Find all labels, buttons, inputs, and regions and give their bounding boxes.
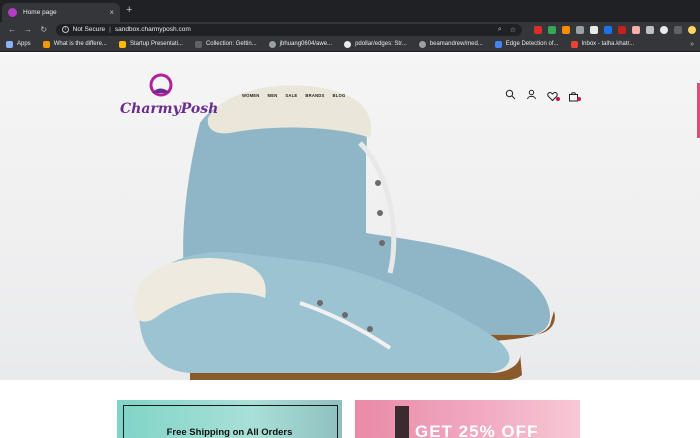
profile-avatar[interactable] [688,25,696,34]
url-text: sandbox.charmyposh.com [114,26,191,33]
bookmark-favicon-icon [194,40,202,48]
github-icon [268,40,276,48]
nav-item-men[interactable]: MEN [268,93,278,98]
bookmark-favicon-icon [494,40,502,48]
extensions-area [534,25,696,34]
forward-icon[interactable]: → [20,25,36,34]
github-icon [418,40,426,48]
info-icon[interactable]: i [61,26,69,33]
browser-tab-bar: Home page × + [0,0,700,22]
extension-icon[interactable] [632,25,640,34]
nav-item-brands[interactable]: BRANDS [305,93,324,98]
zoom-search-icon[interactable]: ⌕ [498,26,502,34]
bookmark-label: What is the differe... [53,41,107,47]
bookmark-label: Edge Detection of... [505,41,559,47]
promo-banner-discount[interactable]: GET 25% OFF [355,400,580,438]
github-icon [344,40,352,48]
new-tab-button[interactable]: + [126,5,132,16]
bookmark-label: Apps [17,41,31,47]
bookmark-item[interactable]: What is the differe... [42,40,107,48]
promo-shipping-text: Free Shipping on All Orders [166,427,293,438]
bookmark-label: Collection: Gettin... [205,41,257,47]
browser-tab[interactable]: Home page × [2,3,120,22]
bookmark-label: beamandrew/med... [429,41,483,47]
bookmark-label: pdollar/edges: Str... [355,41,407,47]
extension-icon[interactable] [618,25,626,34]
site-favicon-icon [8,8,17,17]
close-tab-icon[interactable]: × [109,8,114,17]
bookmark-item[interactable]: Collection: Gettin... [194,40,257,48]
nav-item-blog[interactable]: BLOG [333,93,346,98]
bookmarks-bar: Apps What is the differe... Startup Pres… [0,37,700,52]
tab-title: Home page [23,9,57,16]
bookmark-item[interactable]: beamandrew/med... [418,40,483,48]
account-icon[interactable] [526,89,537,100]
extension-icon[interactable] [660,25,668,34]
bookmark-favicon-icon [118,40,126,48]
promo-product-image [395,406,409,438]
extension-icon[interactable] [562,25,570,34]
page-content: CharmyPosh WOMEN MEN SALE BRANDS BLOG Fr… [0,53,700,438]
search-icon[interactable] [505,89,516,100]
bookmark-star-icon[interactable]: ☆ [510,26,516,34]
bookmark-label: Inbox - talha.khatr... [581,41,635,47]
cart-icon[interactable] [568,89,581,102]
promo-discount-text: GET 25% OFF [415,422,539,438]
site-logo[interactable]: CharmyPosh [120,73,218,123]
gmail-icon [570,40,578,48]
bookmark-favicon-icon [42,40,50,48]
reload-icon[interactable]: ↻ [36,25,52,34]
bookmark-item[interactable]: jbhuang0604/awe... [268,40,333,48]
logo-shoe-icon [149,73,173,97]
security-label: Not Secure [72,26,106,33]
bookmark-label: Startup Presentati... [129,41,183,47]
header-icons [505,89,581,102]
apps-grid-icon [6,40,13,48]
bookmark-item[interactable]: Startup Presentati... [118,40,183,48]
back-icon[interactable]: ← [4,25,20,34]
url-input[interactable]: i Not Secure | sandbox.charmyposh.com ⌕ … [55,23,522,36]
extension-icon[interactable] [604,25,612,34]
bookmark-item[interactable]: Edge Detection of... [494,40,559,48]
extension-icon[interactable] [646,25,654,34]
nav-item-sale[interactable]: SALE [285,93,297,98]
extension-icon[interactable] [674,25,682,34]
logo-text: CharmyPosh [120,101,219,117]
wishlist-icon[interactable] [547,89,560,102]
wishlist-badge [556,97,560,101]
nav-item-women[interactable]: WOMEN [242,93,260,98]
extension-icon[interactable] [590,25,598,34]
promo-banner-shipping[interactable]: Free Shipping on All Orders [117,400,342,438]
address-bar-row: ← → ↻ i Not Secure | sandbox.charmyposh.… [0,22,700,37]
bookmark-label: jbhuang0604/awe... [279,41,333,47]
bookmark-item[interactable]: pdollar/edges: Str... [344,40,407,48]
hero-banner: CharmyPosh WOMEN MEN SALE BRANDS BLOG [0,53,700,380]
bookmark-item[interactable]: Inbox - talha.khatr... [570,40,635,48]
cart-badge [577,97,581,101]
extension-icon[interactable] [548,25,556,34]
bookmark-item[interactable]: Apps [6,40,31,48]
extension-icon[interactable] [534,25,542,34]
bookmarks-overflow-button[interactable]: » [690,41,694,48]
extension-icon[interactable] [576,25,584,34]
url-separator: | [109,26,111,33]
main-nav: WOMEN MEN SALE BRANDS BLOG [242,93,345,98]
